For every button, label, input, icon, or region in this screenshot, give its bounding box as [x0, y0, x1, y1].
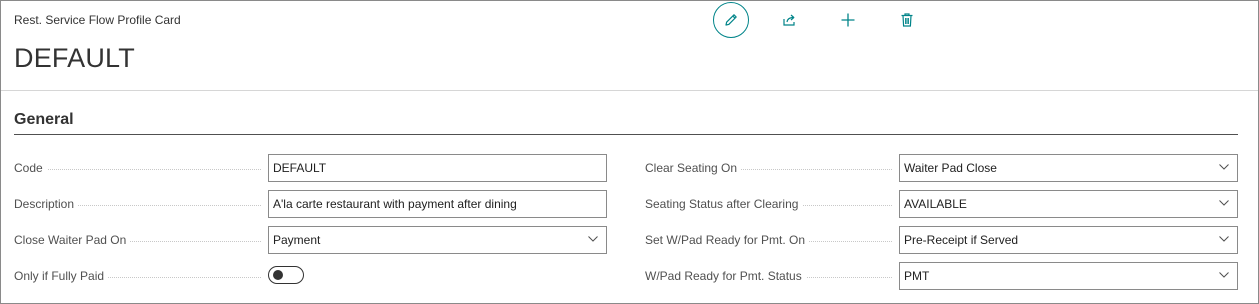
new-button[interactable] [830, 2, 866, 38]
field-label: Only if Fully Paid [14, 262, 261, 290]
card-window: Rest. Service Flow Profile Card DEFAULT [0, 0, 1259, 304]
chevron-down-icon [1219, 272, 1229, 278]
select-value: Payment [273, 233, 321, 247]
page-caption: Rest. Service Flow Profile Card [14, 13, 181, 27]
section-title: General [14, 111, 74, 128]
field-label: Close Waiter Pad On [14, 226, 261, 254]
field-label: Clear Seating On [645, 154, 892, 182]
seating-status-select[interactable]: AVAILABLE [899, 190, 1238, 218]
select-value: PMT [904, 269, 930, 283]
field-code: Code DEFAULT [14, 154, 607, 182]
field-description: Description A'la carte restaurant with p… [14, 190, 607, 218]
field-label: Seating Status after Clearing [645, 190, 892, 218]
field-label: Set W/Pad Ready for Pmt. On [645, 226, 892, 254]
field-label: Code [14, 154, 261, 182]
wpad-ready-status-select[interactable]: PMT [899, 262, 1238, 290]
select-value: AVAILABLE [904, 197, 967, 211]
field-close-waiter-pad-on: Close Waiter Pad On Payment [14, 226, 607, 254]
pencil-icon [725, 14, 737, 26]
chevron-down-icon [1219, 164, 1229, 170]
field-label: W/Pad Ready for Pmt. Status [645, 262, 892, 290]
chevron-down-icon [588, 236, 598, 242]
delete-button[interactable] [889, 2, 925, 38]
field-set-wpad-ready-for-pmt-on: Set W/Pad Ready for Pmt. On Pre-Receipt … [645, 226, 1238, 254]
field-label: Description [14, 190, 261, 218]
chevron-down-icon [1219, 236, 1229, 242]
share-button[interactable] [771, 2, 807, 38]
field-wpad-ready-for-pmt-status: W/Pad Ready for Pmt. Status PMT [645, 262, 1238, 290]
share-icon [783, 14, 795, 26]
header-divider [1, 90, 1258, 91]
only-if-fully-paid-toggle[interactable] [268, 266, 304, 284]
edit-button[interactable] [713, 2, 749, 38]
toggle-knob [273, 270, 283, 280]
select-value: Pre-Receipt if Served [904, 233, 1019, 247]
section-underline [14, 134, 1238, 135]
field-only-if-fully-paid: Only if Fully Paid [14, 262, 607, 290]
plus-icon [841, 13, 855, 27]
clear-seating-on-select[interactable]: Waiter Pad Close [899, 154, 1238, 182]
select-value: Waiter Pad Close [904, 161, 997, 175]
field-clear-seating-on: Clear Seating On Waiter Pad Close [645, 154, 1238, 182]
chevron-down-icon [1219, 200, 1229, 206]
field-seating-status-after-clearing: Seating Status after Clearing AVAILABLE [645, 190, 1238, 218]
description-input[interactable]: A'la carte restaurant with payment after… [268, 190, 607, 218]
close-waiter-pad-on-select[interactable]: Payment [268, 226, 607, 254]
trash-icon [901, 13, 913, 27]
code-input[interactable]: DEFAULT [268, 154, 607, 182]
wpad-ready-on-select[interactable]: Pre-Receipt if Served [899, 226, 1238, 254]
page-title: DEFAULT [14, 43, 135, 73]
